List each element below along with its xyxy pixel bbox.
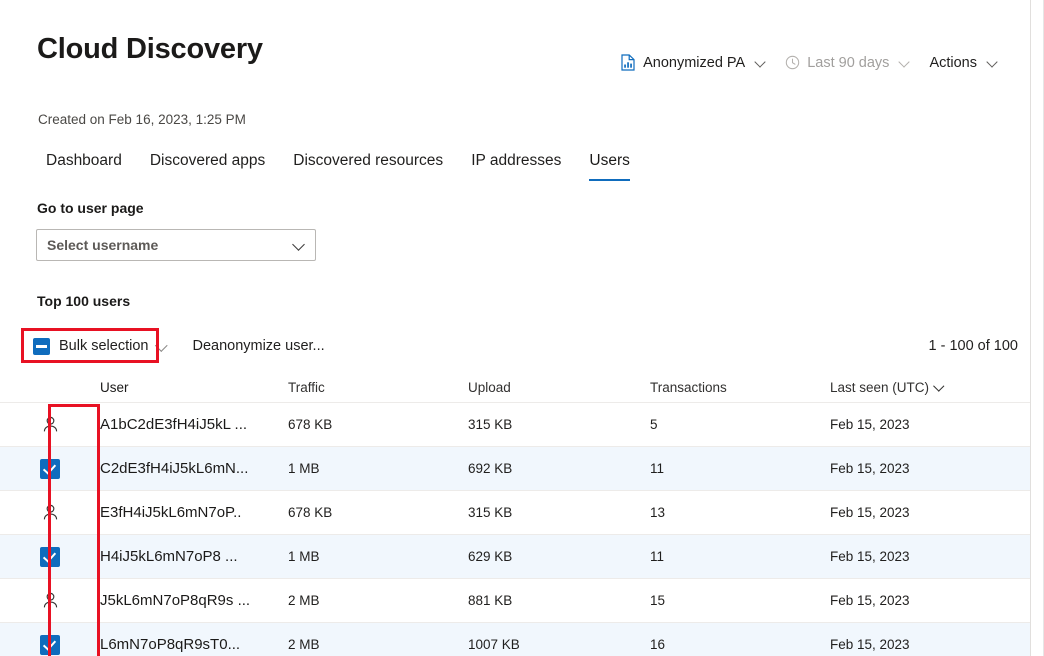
row-person-icon[interactable] — [0, 503, 100, 522]
section-title: Top 100 users — [37, 293, 130, 309]
cell-transactions: 5 — [650, 417, 830, 432]
date-range-label: Last 90 days — [807, 55, 889, 71]
cell-upload: 692 KB — [468, 461, 650, 476]
tab-bar: Dashboard Discovered apps Discovered res… — [38, 152, 644, 181]
person-icon[interactable] — [41, 415, 60, 434]
tab-users[interactable]: Users — [575, 152, 643, 181]
cell-traffic: 1 MB — [288, 549, 468, 564]
cell-last-seen: Feb 15, 2023 — [830, 549, 1030, 564]
chevron-down-icon — [988, 57, 999, 68]
report-selector-button[interactable]: Anonymized PA — [611, 50, 776, 75]
table-row[interactable]: A1bC2dE3fH4iJ5kL ...678 KB315 KB5Feb 15,… — [0, 403, 1030, 447]
page-header: Cloud Discovery Anonymized PA — [0, 0, 1030, 96]
header-actions: Anonymized PA Last 90 days Actions — [611, 50, 1008, 75]
cell-traffic: 678 KB — [288, 505, 468, 520]
person-icon[interactable] — [41, 591, 60, 610]
panel-right-edge — [1030, 0, 1031, 656]
bulk-selection-chevron-down-icon[interactable] — [156, 340, 168, 352]
cell-traffic: 678 KB — [288, 417, 468, 432]
cell-transactions: 15 — [650, 593, 830, 608]
chevron-down-icon — [756, 57, 767, 68]
go-to-user-page-label: Go to user page — [37, 200, 144, 216]
cell-user: A1bC2dE3fH4iJ5kL ... — [100, 416, 288, 433]
cell-transactions: 13 — [650, 505, 830, 520]
cell-traffic: 2 MB — [288, 637, 468, 652]
actions-button[interactable]: Actions — [920, 51, 1008, 75]
report-bar-chart-icon — [620, 54, 636, 71]
table-row[interactable]: J5kL6mN7oP8qR9s ...2 MB881 KB15Feb 15, 2… — [0, 579, 1030, 623]
tab-discovered-resources[interactable]: Discovered resources — [279, 152, 457, 181]
cell-user: C2dE3fH4iJ5kL6mN... — [100, 460, 288, 477]
table-row[interactable]: H4iJ5kL6mN7oP8 ...1 MB629 KB11Feb 15, 20… — [0, 535, 1030, 579]
page-title: Cloud Discovery — [37, 33, 263, 66]
cell-last-seen: Feb 15, 2023 — [830, 417, 1030, 432]
table-row[interactable]: L6mN7oP8qR9sT0...2 MB1007 KB16Feb 15, 20… — [0, 623, 1030, 656]
cell-upload: 881 KB — [468, 593, 650, 608]
username-select[interactable]: Select username — [36, 229, 316, 261]
username-select-value: Select username — [47, 237, 293, 253]
cell-last-seen: Feb 15, 2023 — [830, 461, 1030, 476]
column-header-last-seen-label: Last seen (UTC) — [830, 380, 929, 395]
cell-user: H4iJ5kL6mN7oP8 ... — [100, 548, 288, 565]
table-row[interactable]: C2dE3fH4iJ5kL6mN...1 MB692 KB11Feb 15, 2… — [0, 447, 1030, 491]
cell-transactions: 11 — [650, 461, 830, 476]
created-on-text: Created on Feb 16, 2023, 1:25 PM — [38, 112, 246, 127]
cell-last-seen: Feb 15, 2023 — [830, 637, 1030, 652]
tab-discovered-apps[interactable]: Discovered apps — [136, 152, 279, 181]
cell-transactions: 16 — [650, 637, 830, 652]
tab-dashboard[interactable]: Dashboard — [38, 152, 136, 181]
column-header-last-seen[interactable]: Last seen (UTC) — [830, 380, 1030, 395]
cell-upload: 315 KB — [468, 505, 650, 520]
table-row[interactable]: E3fH4iJ5kL6mN7oP..678 KB315 KB13Feb 15, … — [0, 491, 1030, 535]
row-person-icon[interactable] — [0, 415, 100, 434]
sort-chevron-down-icon — [934, 382, 945, 393]
row-checkbox-checked[interactable] — [0, 547, 100, 567]
cell-upload: 1007 KB — [468, 637, 650, 652]
cell-user: E3fH4iJ5kL6mN7oP.. — [100, 504, 288, 521]
report-selector-label: Anonymized PA — [643, 55, 745, 71]
column-header-transactions[interactable]: Transactions — [650, 380, 830, 395]
cell-upload: 315 KB — [468, 417, 650, 432]
cloud-discovery-page: Cloud Discovery Anonymized PA — [0, 0, 1044, 656]
cell-traffic: 2 MB — [288, 593, 468, 608]
cell-user: L6mN7oP8qR9sT0... — [100, 636, 288, 653]
date-range-button[interactable]: Last 90 days — [776, 51, 920, 75]
row-person-icon[interactable] — [0, 591, 100, 610]
bulk-selection-button[interactable]: Bulk selection — [33, 338, 148, 355]
command-bar: Bulk selection Deanonymize user... 1 - 1… — [0, 330, 1030, 362]
chevron-down-icon — [900, 57, 911, 68]
table-header-row: User Traffic Upload Transactions Last se… — [0, 372, 1030, 403]
person-icon[interactable] — [41, 503, 60, 522]
column-header-traffic[interactable]: Traffic — [288, 380, 468, 395]
table-body: A1bC2dE3fH4iJ5kL ...678 KB315 KB5Feb 15,… — [0, 403, 1030, 656]
actions-label: Actions — [929, 55, 977, 71]
column-header-user[interactable]: User — [100, 380, 288, 395]
checkbox-checked-icon[interactable] — [40, 459, 60, 479]
column-header-upload[interactable]: Upload — [468, 380, 650, 395]
checkbox-checked-icon[interactable] — [40, 635, 60, 655]
result-count: 1 - 100 of 100 — [929, 338, 1019, 354]
clock-icon — [785, 55, 800, 70]
users-table: User Traffic Upload Transactions Last se… — [0, 372, 1030, 656]
row-checkbox-checked[interactable] — [0, 635, 100, 655]
cell-last-seen: Feb 15, 2023 — [830, 505, 1030, 520]
cell-upload: 629 KB — [468, 549, 650, 564]
bulk-selection-label: Bulk selection — [59, 338, 148, 354]
row-checkbox-checked[interactable] — [0, 459, 100, 479]
cell-transactions: 11 — [650, 549, 830, 564]
tab-ip-addresses[interactable]: IP addresses — [457, 152, 575, 181]
cell-last-seen: Feb 15, 2023 — [830, 593, 1030, 608]
checkbox-checked-icon[interactable] — [40, 547, 60, 567]
bulk-selection-checkbox-indeterminate-icon[interactable] — [33, 338, 50, 355]
cell-user: J5kL6mN7oP8qR9s ... — [100, 592, 288, 609]
chevron-down-icon — [293, 239, 305, 251]
cell-traffic: 1 MB — [288, 461, 468, 476]
deanonymize-user-button[interactable]: Deanonymize user... — [192, 338, 324, 354]
